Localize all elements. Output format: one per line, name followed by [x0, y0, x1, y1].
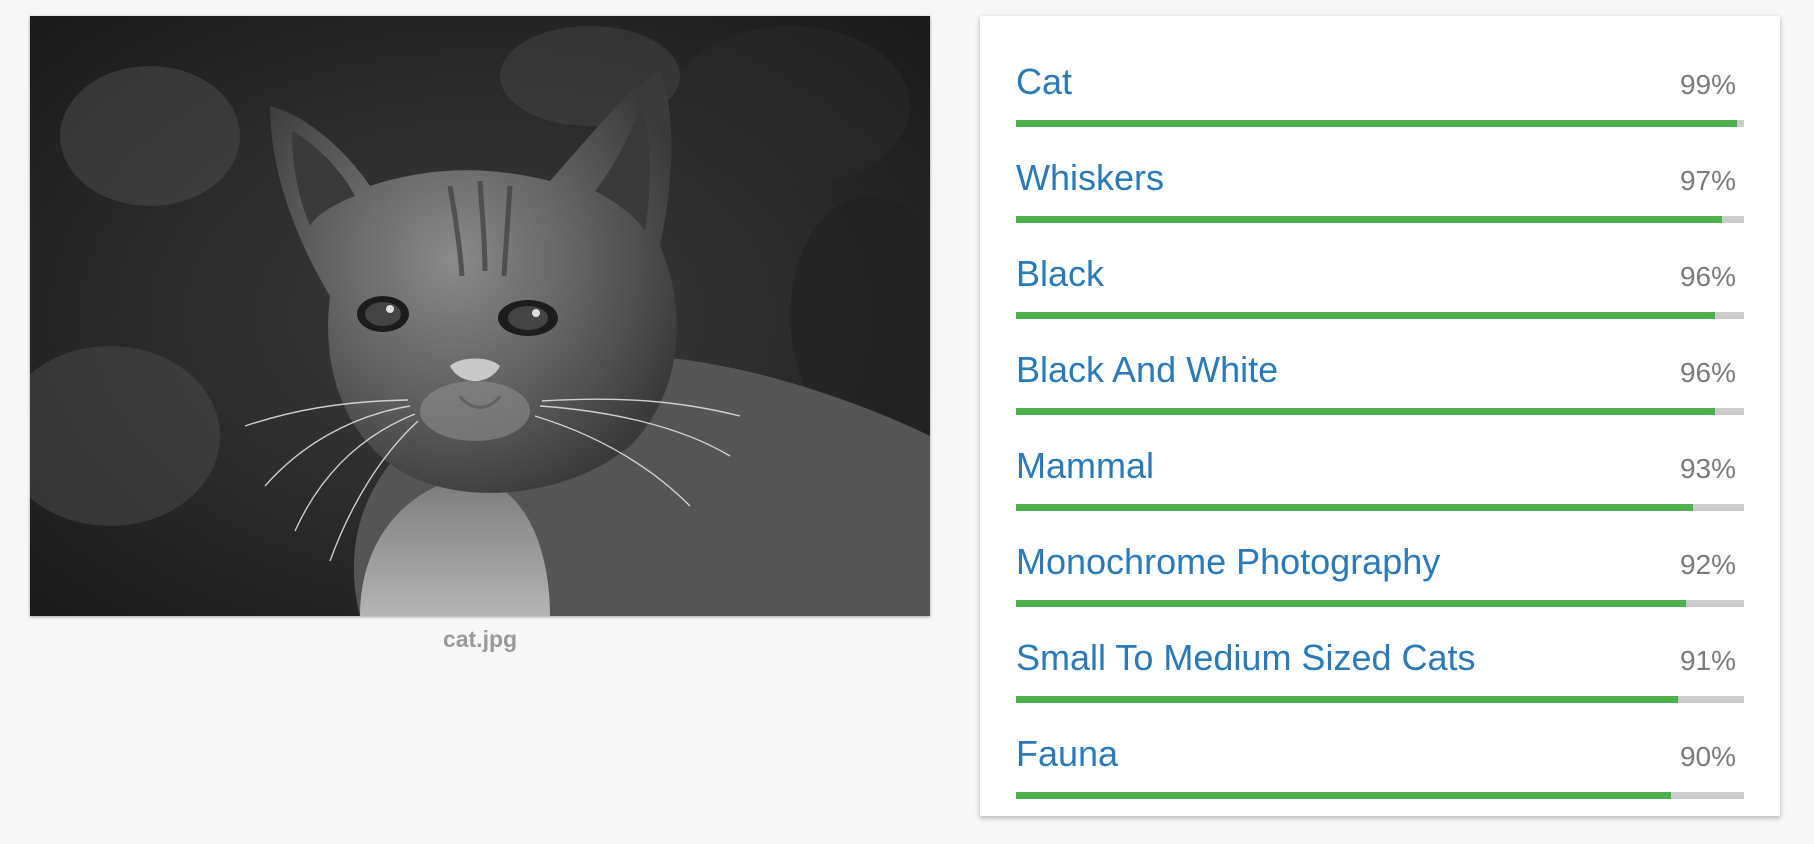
- cat-photo: [30, 16, 930, 616]
- score-bar-fill: [1016, 408, 1715, 415]
- score-bar-track: [1016, 600, 1744, 607]
- label-score: 90%: [1679, 741, 1736, 772]
- label-row-3: Black And White 96%: [1016, 342, 1744, 438]
- label-name[interactable]: Small To Medium Sized Cats: [1016, 630, 1476, 686]
- page: cat.jpg Cat 99% Whiskers 97% Black 96% B…: [0, 0, 1814, 844]
- label-score: 99%: [1679, 69, 1736, 100]
- score-bar-fill: [1016, 792, 1672, 799]
- score-bar-track: [1016, 792, 1744, 799]
- labels-card: Cat 99% Whiskers 97% Black 96% Black And…: [980, 16, 1780, 816]
- label-name[interactable]: Monochrome Photography: [1016, 534, 1440, 590]
- label-row-1: Whiskers 97%: [1016, 150, 1744, 246]
- label-score: 96%: [1679, 357, 1736, 388]
- label-score: 92%: [1679, 549, 1736, 580]
- label-row-6: Small To Medium Sized Cats 91%: [1016, 630, 1744, 726]
- label-score: 93%: [1679, 453, 1736, 484]
- label-row-2: Black 96%: [1016, 246, 1744, 342]
- label-score: 97%: [1679, 165, 1736, 196]
- score-bar-track: [1016, 504, 1744, 511]
- score-bar-fill: [1016, 216, 1723, 223]
- score-bar-track: [1016, 120, 1744, 127]
- score-bar-track: [1016, 408, 1744, 415]
- label-row-5: Monochrome Photography 92%: [1016, 534, 1744, 630]
- score-bar-fill: [1016, 120, 1737, 127]
- label-list: Cat 99% Whiskers 97% Black 96% Black And…: [1016, 54, 1744, 822]
- label-score: 91%: [1679, 645, 1736, 676]
- cat-photo-image: [30, 16, 930, 616]
- score-bar-fill: [1016, 312, 1715, 319]
- label-name[interactable]: Black: [1016, 246, 1104, 302]
- score-bar-track: [1016, 216, 1744, 223]
- image-panel: cat.jpg: [30, 16, 930, 653]
- image-filename: cat.jpg: [442, 626, 518, 652]
- label-name[interactable]: Cat: [1016, 54, 1072, 110]
- score-bar-track: [1016, 312, 1744, 319]
- score-bar-fill: [1016, 600, 1686, 607]
- label-name[interactable]: Fauna: [1016, 726, 1118, 782]
- label-score: 96%: [1679, 261, 1736, 292]
- label-row-4: Mammal 93%: [1016, 438, 1744, 534]
- label-row-7: Fauna 90%: [1016, 726, 1744, 822]
- label-name[interactable]: Mammal: [1016, 438, 1154, 494]
- label-row-0: Cat 99%: [1016, 54, 1744, 150]
- score-bar-track: [1016, 696, 1744, 703]
- label-name[interactable]: Whiskers: [1016, 150, 1164, 206]
- label-name[interactable]: Black And White: [1016, 342, 1278, 398]
- score-bar-fill: [1016, 504, 1694, 511]
- score-bar-fill: [1016, 696, 1679, 703]
